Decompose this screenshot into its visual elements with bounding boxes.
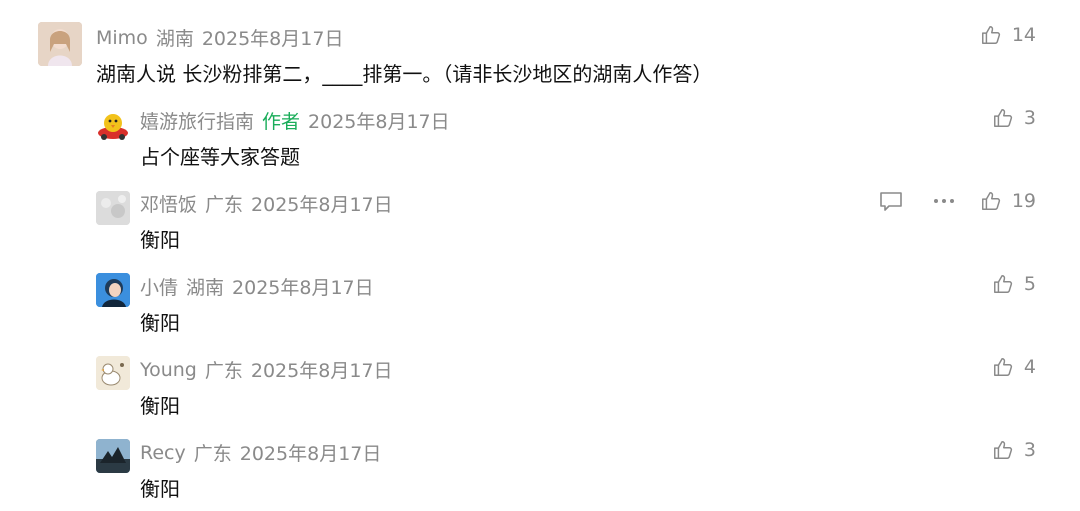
thumbs-up-icon (993, 358, 1012, 376)
thumbs-up-icon (981, 26, 1000, 44)
avatar[interactable] (96, 356, 130, 390)
username[interactable]: Young (140, 359, 197, 381)
comment-date: 2025年8月17日 (250, 360, 393, 382)
thumbs-up-icon (993, 275, 1012, 293)
thumbs-up-icon (993, 441, 1012, 459)
like-button[interactable]: 5 (992, 273, 1036, 295)
like-count: 14 (1011, 24, 1036, 46)
avatar[interactable] (96, 273, 130, 307)
user-region: 湖南 (186, 277, 225, 299)
like-count: 19 (1011, 190, 1036, 212)
comment-text: 衡阳 (140, 228, 180, 252)
author-badge: 作者 (262, 111, 301, 133)
reply-button[interactable] (879, 190, 903, 216)
comment-text: 衡阳 (140, 311, 180, 335)
like-count: 3 (1023, 107, 1036, 129)
thumbs-up-icon (993, 109, 1012, 127)
comment-date: 2025年8月17日 (308, 111, 450, 133)
user-region: 广东 (204, 360, 243, 382)
comment-text: 湖南人说 长沙粉排第二，____排第一。（请非长沙地区的湖南人作答） (96, 62, 713, 86)
thumbs-up-icon (981, 192, 1000, 210)
user-region: 广东 (205, 194, 244, 216)
like-button[interactable]: 14 (980, 24, 1036, 46)
like-button[interactable]: 4 (992, 356, 1036, 378)
comment-date: 2025年8月17日 (251, 194, 393, 216)
more-dots-icon (934, 199, 954, 203)
comment-bubble-icon (880, 192, 902, 211)
avatar[interactable] (96, 109, 130, 143)
username[interactable]: 邓悟饭 (140, 190, 197, 217)
avatar[interactable] (96, 439, 130, 473)
username[interactable]: 小倩 (140, 273, 178, 300)
like-button[interactable]: 3 (992, 439, 1036, 461)
comment-text: 衡阳 (140, 477, 180, 501)
comment-text: 占个座等大家答题 (140, 145, 300, 169)
comment-text: 衡阳 (140, 394, 180, 418)
user-region: 广东 (193, 443, 232, 465)
like-button[interactable]: 3 (992, 107, 1036, 129)
username[interactable]: Recy (140, 442, 186, 464)
like-count: 3 (1023, 439, 1036, 461)
comment-date: 2025年8月17日 (201, 28, 344, 50)
comment-date: 2025年8月17日 (232, 277, 374, 299)
user-region: 湖南 (155, 28, 194, 50)
more-button[interactable] (932, 190, 956, 216)
avatar[interactable] (96, 191, 130, 225)
like-button[interactable]: 19 (980, 190, 1036, 212)
comment-date: 2025年8月17日 (239, 443, 382, 465)
avatar[interactable] (38, 22, 82, 66)
like-count: 4 (1023, 356, 1036, 378)
username[interactable]: Mimo (96, 27, 148, 49)
like-count: 5 (1023, 273, 1036, 295)
username[interactable]: 嬉游旅行指南 (140, 107, 254, 134)
